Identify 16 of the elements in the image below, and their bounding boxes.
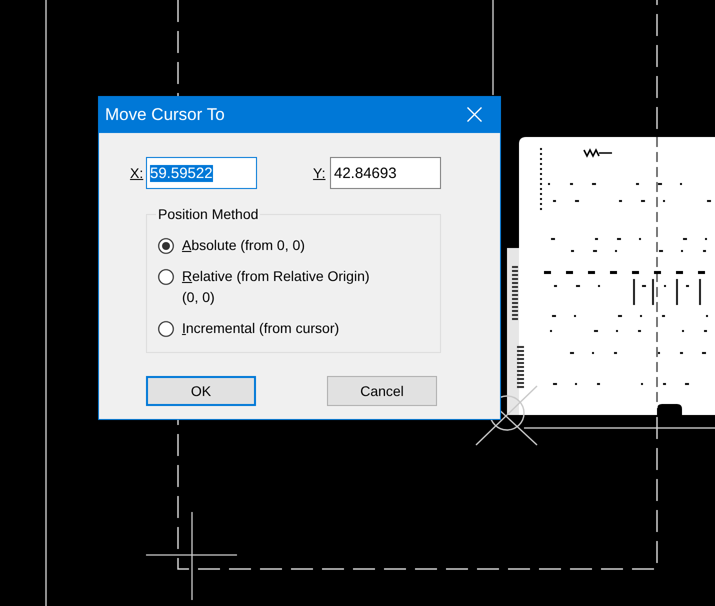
field-label: Y: <box>313 165 326 181</box>
radio-icon[interactable] <box>158 320 174 336</box>
radio-option[interactable]: Relative (from Relative Origin) (0, 0) <box>158 266 370 308</box>
radio-icon[interactable] <box>158 268 174 284</box>
window-title: Move Cursor To <box>105 104 225 124</box>
dialog-button[interactable]: Cancel <box>327 376 437 406</box>
field-label: X: <box>130 165 144 181</box>
group-label: Position Method <box>157 206 260 222</box>
radio-icon[interactable] <box>158 238 174 254</box>
input-field[interactable]: 42.84693 <box>330 157 441 189</box>
dialog-button[interactable]: OK <box>146 376 256 406</box>
radio-option[interactable]: Incremental (from cursor) <box>158 318 340 339</box>
radio-option[interactable]: Absolute (from 0, 0) <box>158 235 305 256</box>
crosshair-icon <box>146 512 237 600</box>
close-icon[interactable] <box>467 107 482 122</box>
input-field[interactable]: 59.59522 <box>146 157 257 189</box>
